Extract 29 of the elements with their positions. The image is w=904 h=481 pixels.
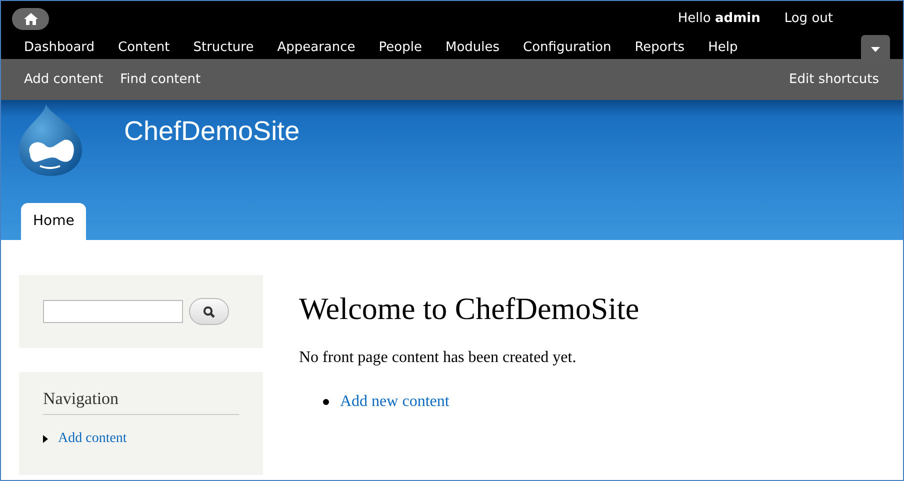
menu-link[interactable]: Reports xyxy=(634,40,685,54)
menu-link[interactable]: Content xyxy=(118,40,170,54)
message-text: No front page content has been created yet. xyxy=(299,349,578,367)
menu-link[interactable]: Configuration xyxy=(523,40,612,54)
menu-link[interactable]: Modules xyxy=(445,40,500,54)
edit-shortcuts-link[interactable]: Edit shortcuts xyxy=(789,72,879,87)
add-content-link[interactable]: Add new content xyxy=(340,393,450,411)
search-field[interactable] xyxy=(43,300,183,323)
home-button[interactable] xyxy=(12,8,49,30)
home-icon xyxy=(24,13,38,25)
block-title: Navigation xyxy=(43,389,239,415)
menu-link[interactable]: Help xyxy=(708,40,738,54)
menu-link[interactable]: Structure xyxy=(193,40,254,54)
shortcut-link[interactable]: Add content xyxy=(24,72,104,87)
menu-link[interactable]: People xyxy=(378,40,422,54)
caret-icon xyxy=(871,46,880,52)
page-title: Welcome to ChefDemoSite xyxy=(299,291,640,327)
site-name[interactable]: ChefDemoSite xyxy=(124,116,300,147)
menu-link[interactable]: Appearance xyxy=(277,40,356,54)
greeting-text: Hello admin xyxy=(678,10,760,26)
logout-link[interactable]: Log out xyxy=(784,10,833,26)
navigation-link[interactable]: Add content xyxy=(58,431,127,447)
triangle-icon xyxy=(43,435,48,443)
search-icon xyxy=(203,306,215,318)
shortcut-link[interactable]: Find content xyxy=(120,72,201,87)
search-button[interactable] xyxy=(189,298,229,325)
menu-link[interactable]: Dashboard xyxy=(24,40,95,54)
nav-tab[interactable]: Home xyxy=(21,203,86,240)
bullet-icon xyxy=(323,399,329,405)
